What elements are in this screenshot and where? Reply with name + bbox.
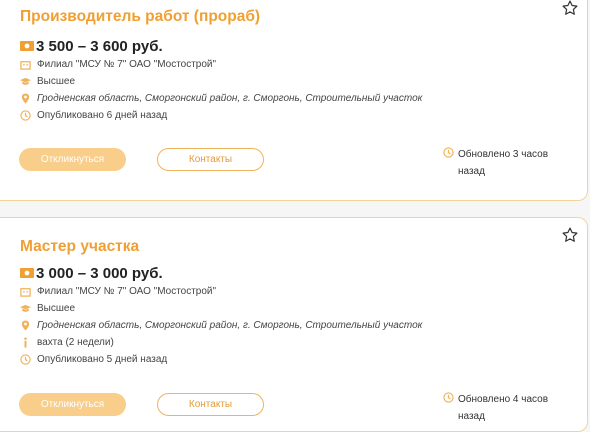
published-value: Опубликовано 6 дней назад — [37, 109, 168, 121]
building-icon — [20, 287, 31, 297]
location-pin-icon — [21, 92, 30, 104]
location-value: Гродненская область, Сморгонский район, … — [37, 92, 423, 104]
vacancy-card[interactable]: Мастер участка 3 000 – 3 000 руб. Филиал… — [0, 217, 588, 432]
company-row: Филиал "МСУ № 7" ОАО "Мостострой" — [20, 284, 216, 298]
graduation-cap-icon — [20, 77, 31, 85]
published-value: Опубликовано 5 дней назад — [37, 353, 168, 365]
star-icon[interactable] — [561, 226, 579, 244]
info-icon — [24, 336, 27, 348]
graduation-cap-icon — [20, 304, 31, 312]
location-row: Гродненская область, Сморгонский район, … — [20, 91, 422, 105]
contacts-button[interactable]: Контакты — [157, 393, 264, 416]
vacancy-title[interactable]: Мастер участка — [20, 238, 139, 256]
money-icon — [20, 268, 34, 278]
education-value: Высшее — [37, 75, 76, 87]
education-row: Высшее — [20, 301, 75, 315]
schedule-row: вахта (2 недели) — [20, 335, 114, 349]
salary-value: 3 000 – 3 000 руб. — [36, 264, 163, 282]
vacancy-title[interactable]: Производитель работ (прораб) — [20, 8, 260, 26]
education-value: Высшее — [37, 302, 76, 314]
clock-icon — [20, 109, 31, 121]
apply-button[interactable]: Откликнуться — [19, 148, 126, 171]
vacancy-card[interactable]: Производитель работ (прораб) 3 500 – 3 6… — [0, 0, 588, 201]
updated-info: Обновлено 4 часов назад — [443, 391, 563, 425]
updated-value: Обновлено 4 часов назад — [458, 394, 549, 422]
location-value: Гродненская область, Сморгонский район, … — [37, 319, 423, 331]
star-icon[interactable] — [561, 0, 579, 17]
location-row: Гродненская область, Сморгонский район, … — [20, 318, 422, 332]
company-name[interactable]: Филиал "МСУ № 7" ОАО "Мостострой" — [37, 286, 216, 297]
clock-icon — [20, 353, 31, 365]
schedule-value: вахта (2 недели) — [37, 336, 114, 348]
contacts-button[interactable]: Контакты — [157, 148, 264, 171]
company-row: Филиал "МСУ № 7" ОАО "Мостострой" — [20, 57, 216, 71]
clock-icon — [443, 392, 454, 403]
updated-info: Обновлено 3 часов назад — [443, 146, 563, 180]
education-row: Высшее — [20, 74, 75, 88]
salary-value: 3 500 – 3 600 руб. — [36, 37, 163, 55]
published-row: Опубликовано 5 дней назад — [20, 352, 167, 366]
updated-value: Обновлено 3 часов назад — [458, 149, 549, 177]
company-name[interactable]: Филиал "МСУ № 7" ОАО "Мостострой" — [37, 59, 216, 70]
location-pin-icon — [21, 319, 30, 331]
money-icon — [20, 41, 34, 51]
salary: 3 500 – 3 600 руб. — [20, 37, 163, 55]
salary: 3 000 – 3 000 руб. — [20, 264, 163, 282]
published-row: Опубликовано 6 дней назад — [20, 108, 167, 122]
building-icon — [20, 60, 31, 70]
clock-icon — [443, 147, 454, 158]
apply-button[interactable]: Откликнуться — [19, 393, 126, 416]
